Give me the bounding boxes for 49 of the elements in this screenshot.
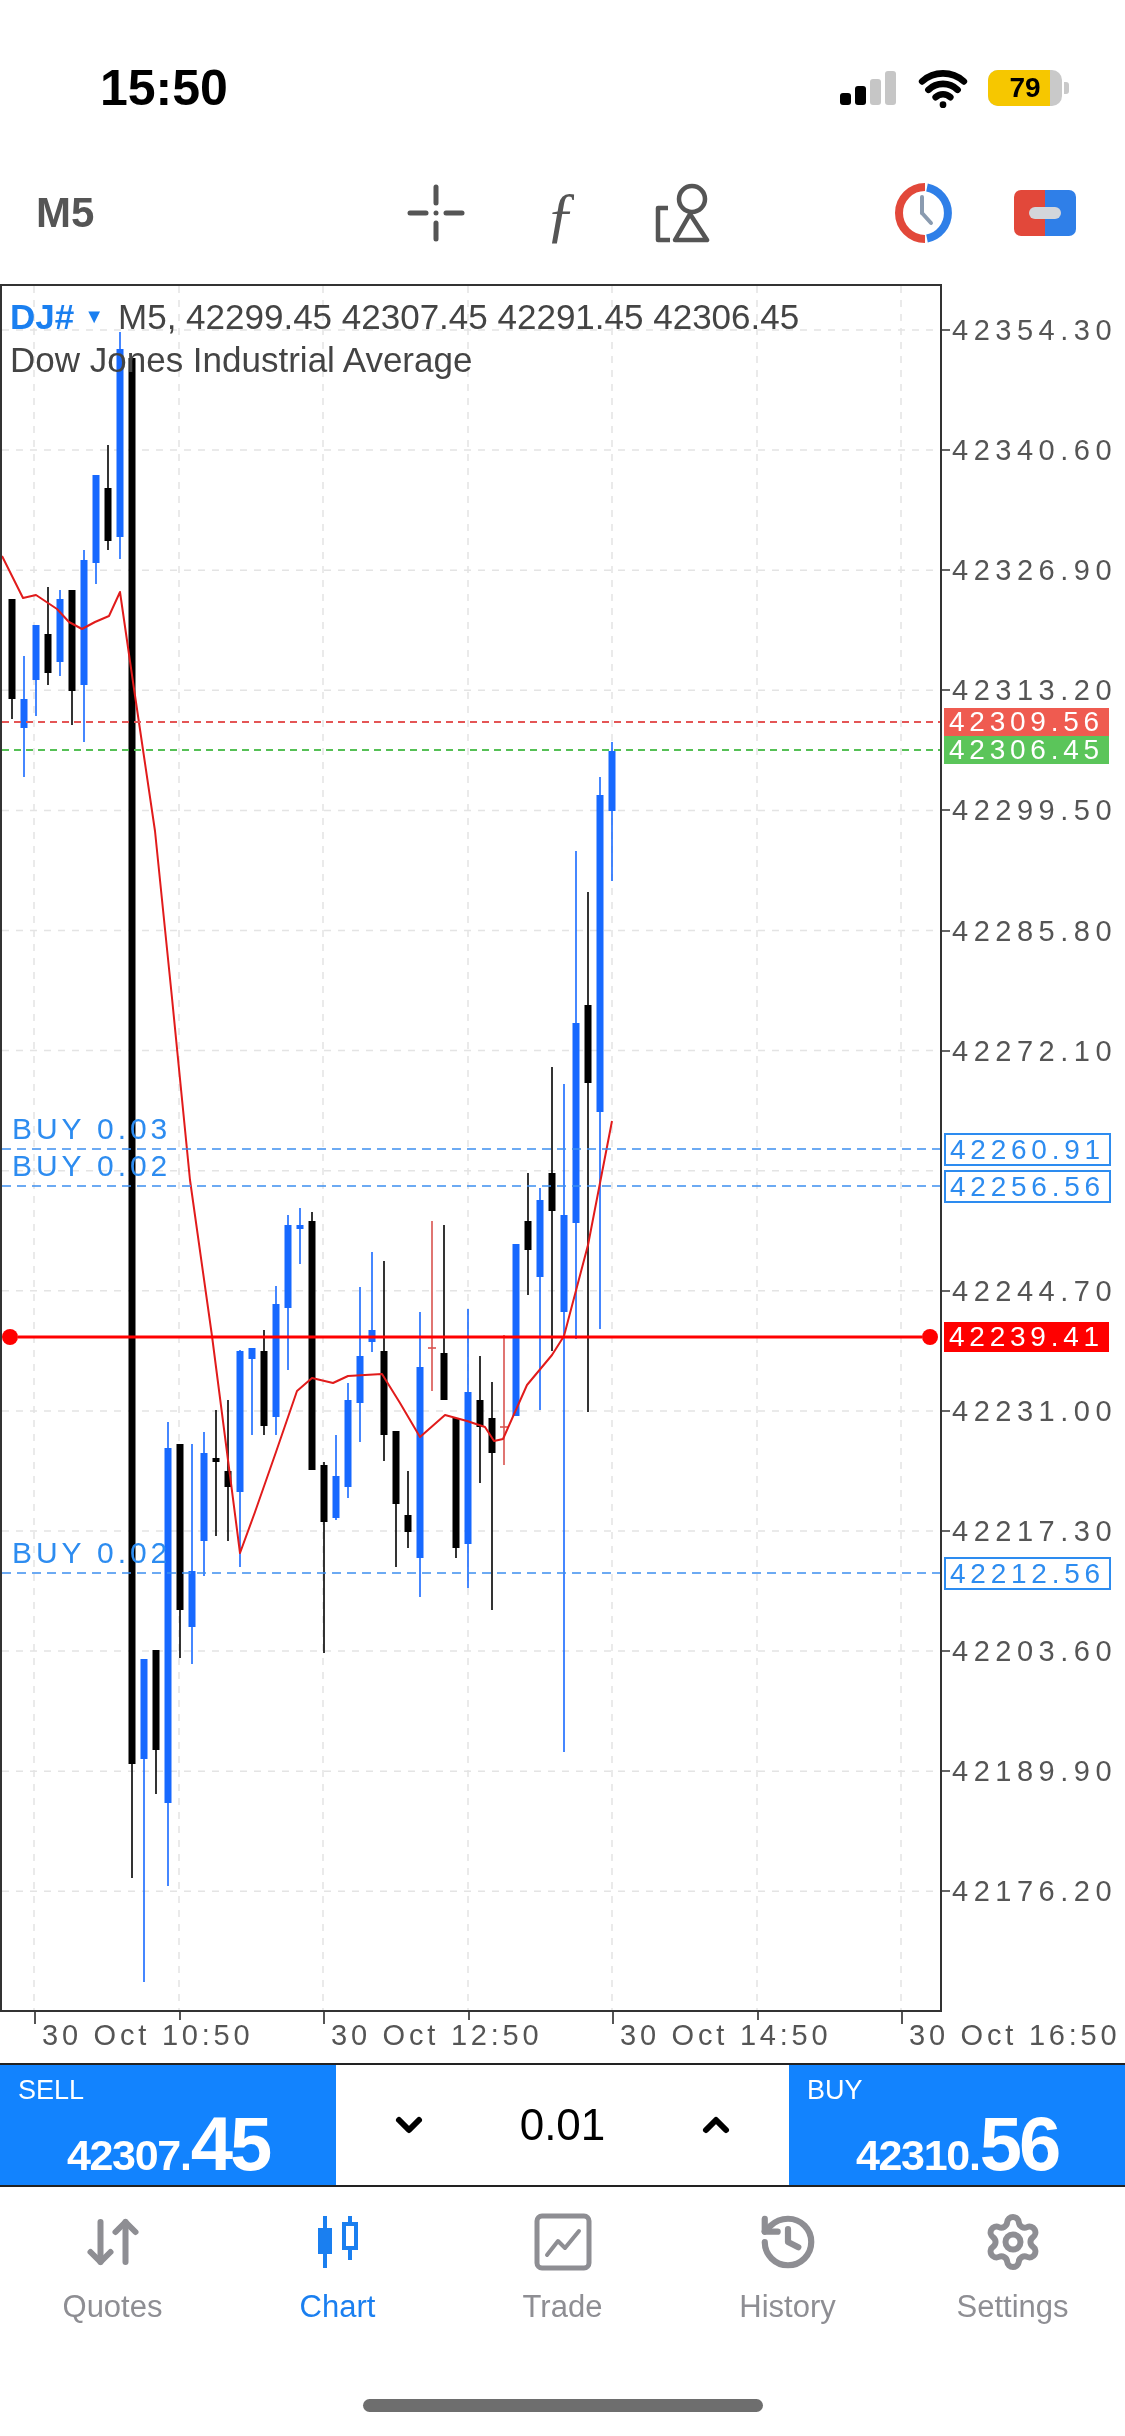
price-axis-label: 42354.30 <box>952 315 1118 345</box>
ohlc-readout: M5, 42299.45 42307.45 42291.45 42306.45 <box>118 298 800 334</box>
candlestick <box>296 1207 304 1265</box>
tab-bar-item[interactable]: Settings <box>900 2187 1125 2357</box>
line-handle-icon[interactable] <box>922 1329 938 1345</box>
order-price-tag: 42212.56 <box>944 1557 1111 1590</box>
line-handle-icon[interactable] <box>2 1329 18 1345</box>
clock-time: 15:50 <box>100 63 228 113</box>
order-level-line[interactable] <box>2 1185 940 1187</box>
line-chart-icon <box>533 2213 592 2271</box>
order-price-tag: 42256.56 <box>944 1170 1111 1203</box>
time-axis-label: 30 Oct 12:50 <box>331 2019 543 2051</box>
ask-price-tag: 42309.56 <box>944 708 1109 736</box>
price-axis-label: 42299.50 <box>952 795 1118 826</box>
price-axis-label: 42189.90 <box>952 1756 1118 1787</box>
price-axis-label: 42285.80 <box>952 915 1118 946</box>
time-axis-label: 30 Oct 16:50 <box>909 2019 1121 2051</box>
timeframe-button[interactable]: M5 <box>36 192 102 234</box>
indicators-button[interactable]: ƒ <box>539 182 583 244</box>
crosshair-icon[interactable] <box>407 184 465 242</box>
battery-indicator: 79 <box>988 70 1069 106</box>
tab-bar-item[interactable]: Quotes <box>0 2187 225 2357</box>
price-axis-label: 42203.60 <box>952 1636 1118 1667</box>
tab-bar-item[interactable]: Chart <box>225 2187 450 2357</box>
symbol-button[interactable]: DJ# ▼ <box>10 298 104 334</box>
time-axis-label: 30 Oct 14:50 <box>620 2019 832 2051</box>
order-price-tag: 42260.91 <box>944 1133 1111 1166</box>
price-axis-label: 42340.60 <box>952 435 1118 466</box>
tab-bar-item[interactable]: History <box>675 2187 900 2357</box>
price-axis-label: 42326.90 <box>952 555 1118 586</box>
price-axis-label: 42231.00 <box>952 1395 1118 1426</box>
pill-toggle-icon[interactable] <box>1014 190 1076 236</box>
price-axis-label: 42176.20 <box>952 1876 1118 1907</box>
shapes-icon[interactable] <box>654 182 710 244</box>
time-axis-label: 30 Oct 10:50 <box>42 2019 254 2051</box>
price-axis-label: 42244.70 <box>952 1275 1118 1306</box>
price-axis-label: 42217.30 <box>952 1516 1118 1546</box>
tab-bar-item[interactable]: Trade <box>450 2187 675 2357</box>
volume-field[interactable]: 0.01 <box>519 2103 606 2147</box>
horizontal-line[interactable] <box>18 1335 922 1339</box>
bid-price-tag: 42306.45 <box>944 736 1109 764</box>
sell-button[interactable]: SELL 42307.45 <box>0 2065 336 2185</box>
price-axis-label: 42313.20 <box>952 675 1118 706</box>
price-axis-label: 42272.10 <box>952 1035 1118 1066</box>
signal-icon <box>840 71 898 105</box>
order-level-line[interactable] <box>2 1572 940 1574</box>
buy-button[interactable]: BUY 42310.56 <box>789 2065 1125 2185</box>
order-level-line[interactable] <box>2 1148 940 1150</box>
line-price-tag: 42239.41 <box>944 1322 1109 1352</box>
